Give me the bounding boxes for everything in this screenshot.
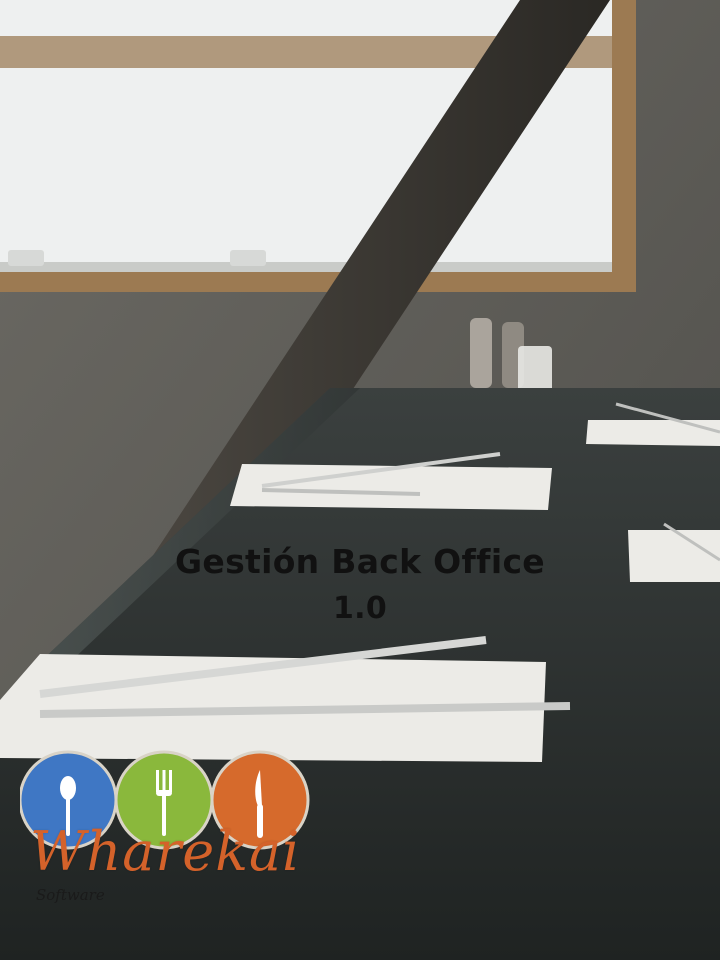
- version-label: 1.0: [332, 590, 388, 626]
- brand-name: Wharekai: [30, 820, 301, 883]
- napkin: [230, 464, 552, 510]
- brand-tagline: Software: [36, 886, 105, 904]
- title-line-1: Gestión Back Office: [175, 542, 545, 581]
- napkin: [586, 420, 720, 446]
- page-title: Gestión Back Office 1.0: [0, 540, 720, 629]
- salt-shaker: [470, 318, 492, 388]
